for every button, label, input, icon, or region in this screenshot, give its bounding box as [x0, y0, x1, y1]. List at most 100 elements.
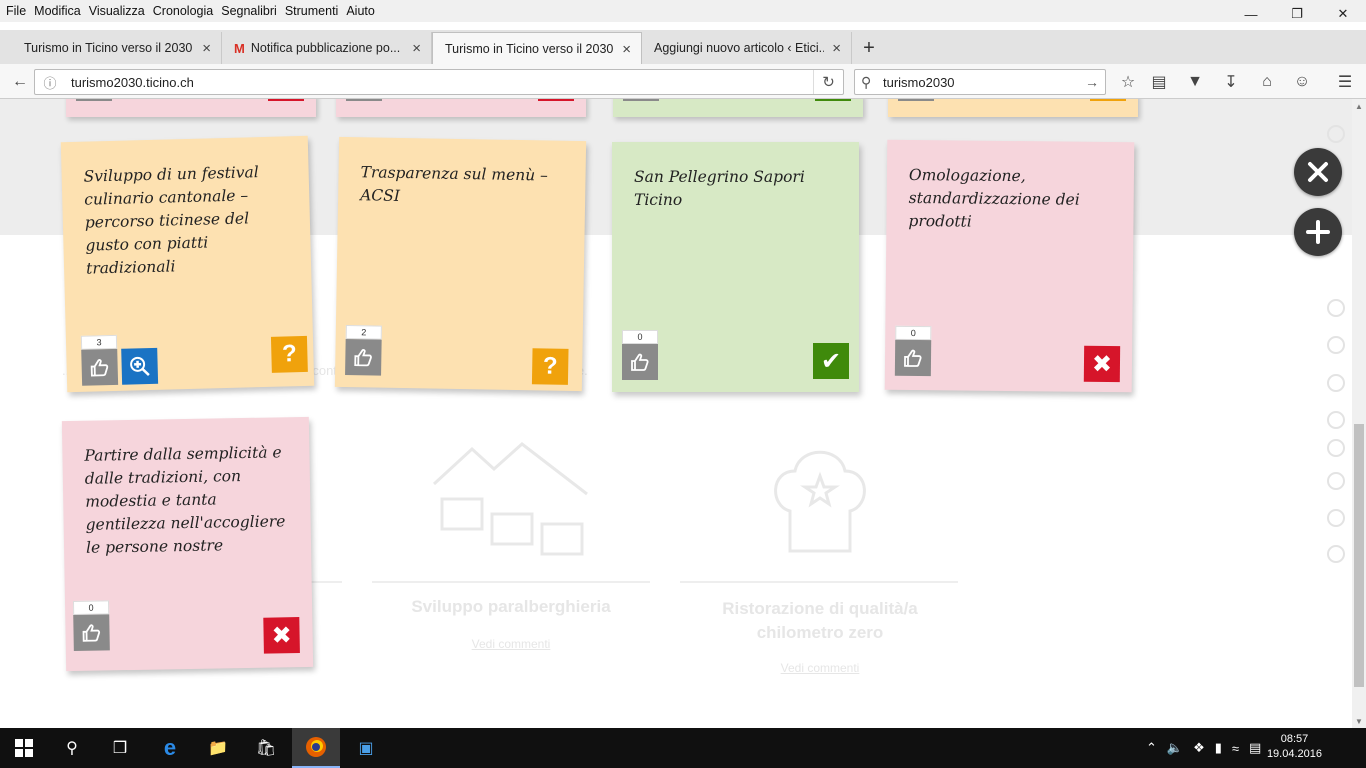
post-it-note: Sviluppo di un festival culinario canton… [60, 135, 315, 393]
section-dot[interactable] [1327, 336, 1345, 354]
tab-close-icon[interactable]: × [622, 41, 631, 58]
card-title-paralberghieria: Sviluppo paralberghieria [411, 597, 611, 616]
gmail-icon: M [234, 40, 245, 56]
menu-modifica[interactable]: Modifica [32, 4, 87, 18]
search-icon[interactable]: ⚲ [48, 728, 96, 768]
show-hidden-icons-icon[interactable]: ⌃ [1146, 740, 1157, 756]
tab-1[interactable]: Turismo in Ticino verso il 2030 × [12, 32, 222, 64]
like-count: 0 [622, 330, 658, 344]
site-info-icon[interactable]: ⓘ [39, 71, 61, 93]
bookmark-star-icon[interactable]: ☆ [1116, 70, 1140, 94]
vertical-scrollbar[interactable]: ▲ ▼ [1352, 99, 1366, 728]
file-explorer-icon[interactable]: 📁 [194, 728, 242, 768]
tab-2[interactable]: M Notifica pubblicazione po... × [222, 32, 432, 64]
divider [372, 581, 650, 583]
status-rejected-icon[interactable]: ✖ [263, 617, 300, 654]
navigation-bar: ← ⓘ turismo2030.ticino.ch ↻ ⚲ turismo203… [0, 64, 1366, 99]
like-button[interactable] [894, 339, 932, 377]
clock[interactable]: 08:57 19.04.2016 [1267, 732, 1322, 762]
firefox-icon[interactable] [292, 728, 340, 768]
status-rejected-icon[interactable]: ✖ [1083, 345, 1121, 383]
note-partial [613, 99, 863, 117]
note-text: Partire dalla semplicità e dalle tradizi… [84, 443, 286, 557]
section-dot[interactable] [1327, 125, 1345, 143]
status-approved-icon[interactable]: ✔ [813, 343, 849, 379]
section-dot[interactable] [1327, 509, 1345, 527]
window-controls: — ❐ ✕ [1228, 0, 1366, 28]
back-icon[interactable]: ← [8, 70, 32, 94]
menu-aiuto[interactable]: Aiuto [344, 4, 381, 18]
wifi-icon[interactable]: ≈ [1232, 741, 1239, 756]
like-count: 0 [72, 600, 110, 616]
downloads-icon[interactable]: ↧ [1219, 70, 1243, 94]
pocket-icon[interactable]: ▼ [1183, 70, 1207, 94]
page-content: ... della ristorazione che nell'alloggio… [0, 99, 1352, 728]
close-window-icon[interactable]: ✕ [1320, 0, 1366, 28]
section-dot[interactable] [1327, 411, 1345, 429]
note-text: Sviluppo di un festival culinario canton… [83, 163, 259, 278]
menu-strumenti[interactable]: Strumenti [283, 4, 345, 18]
hamburger-menu-icon[interactable]: ☰ [1333, 70, 1357, 94]
note-text: Omologazione, standardizzazione dei prod… [908, 165, 1080, 231]
tab-title: Turismo in Ticino verso il 2030 [24, 41, 193, 55]
scroll-up-icon[interactable]: ▲ [1352, 99, 1366, 113]
reading-list-icon[interactable]: ▤ [1147, 70, 1171, 94]
search-input[interactable]: ⚲ turismo2030 → [854, 69, 1106, 95]
notification-icon[interactable]: ▤ [1249, 740, 1261, 756]
like-button[interactable] [345, 339, 382, 376]
task-view-icon[interactable]: ❒ [96, 728, 144, 768]
tab-close-icon[interactable]: × [832, 40, 841, 57]
volume-icon[interactable]: 🔈 [1167, 740, 1183, 756]
tab-title: Turismo in Ticino verso il 2030 [445, 41, 614, 56]
like-button[interactable] [622, 344, 658, 380]
scroll-down-icon[interactable]: ▼ [1352, 714, 1366, 728]
tab-3[interactable]: Turismo in Ticino verso il 2030 × [432, 32, 642, 64]
like-button[interactable] [81, 348, 119, 386]
control-panel-icon[interactable]: ▣ [342, 728, 390, 768]
search-go-icon[interactable]: → [1085, 74, 1099, 90]
thumbs-up-icon [354, 349, 372, 367]
zoom-button[interactable] [121, 347, 159, 385]
windows-taskbar: ⚲ ❒ e 📁 🛍 ▣ ⌃ 🔈 ❖ ▮ ≈ ▤ 08:57 19.04.2016 [0, 728, 1366, 768]
tab-close-icon[interactable]: × [202, 40, 211, 57]
store-icon[interactable]: 🛍 [242, 728, 290, 768]
card-link-paralberghieria[interactable]: Vedi commenti [372, 637, 650, 651]
section-dot[interactable] [1327, 472, 1345, 490]
time: 08:57 [1280, 733, 1309, 745]
section-dot[interactable] [1327, 545, 1345, 563]
emoji-icon[interactable]: ☺ [1290, 70, 1314, 94]
status-question-icon[interactable]: ? [270, 335, 308, 373]
battery-icon[interactable]: ▮ [1215, 740, 1222, 756]
note-partial [336, 99, 586, 117]
menu-visualizza[interactable]: Visualizza [87, 4, 151, 18]
tab-4[interactable]: Aggiungi nuovo articolo ‹ Etici... × [642, 32, 852, 64]
note-text: San Pellegrino Sapori Ticino [634, 168, 805, 209]
reload-icon[interactable]: ↻ [813, 70, 843, 94]
maximize-icon[interactable]: ❐ [1274, 0, 1320, 28]
new-tab-icon[interactable]: + [852, 32, 886, 64]
divider [680, 581, 958, 583]
tab-close-icon[interactable]: × [412, 40, 421, 57]
menu-cronologia[interactable]: Cronologia [151, 4, 219, 18]
add-note-button[interactable] [1294, 208, 1342, 256]
scroll-thumb[interactable] [1354, 424, 1364, 687]
menu-file[interactable]: File [4, 4, 32, 18]
menu-bar: File Modifica Visualizza Cronologia Segn… [0, 0, 1366, 22]
section-dot[interactable] [1327, 299, 1345, 317]
minimize-icon[interactable]: — [1228, 0, 1274, 28]
card-link-ristorazione[interactable]: Vedi commenti [690, 661, 950, 675]
home-icon[interactable]: ⌂ [1255, 70, 1279, 94]
section-dot[interactable] [1327, 374, 1345, 392]
section-dot[interactable] [1327, 439, 1345, 457]
close-board-button[interactable] [1294, 148, 1342, 196]
status-question-icon[interactable]: ? [531, 348, 569, 385]
url-text: turismo2030.ticino.ch [71, 74, 194, 90]
dropbox-icon[interactable]: ❖ [1193, 740, 1205, 756]
menu-segnalibri[interactable]: Segnalibri [219, 4, 283, 18]
post-it-note: Omologazione, standardizzazione dei prod… [884, 139, 1135, 393]
edge-browser-icon[interactable]: e [146, 728, 194, 768]
address-bar[interactable]: ⓘ turismo2030.ticino.ch ↻ [34, 69, 844, 95]
like-button[interactable] [73, 614, 110, 651]
note-partial [888, 99, 1138, 117]
start-button[interactable] [0, 728, 48, 768]
